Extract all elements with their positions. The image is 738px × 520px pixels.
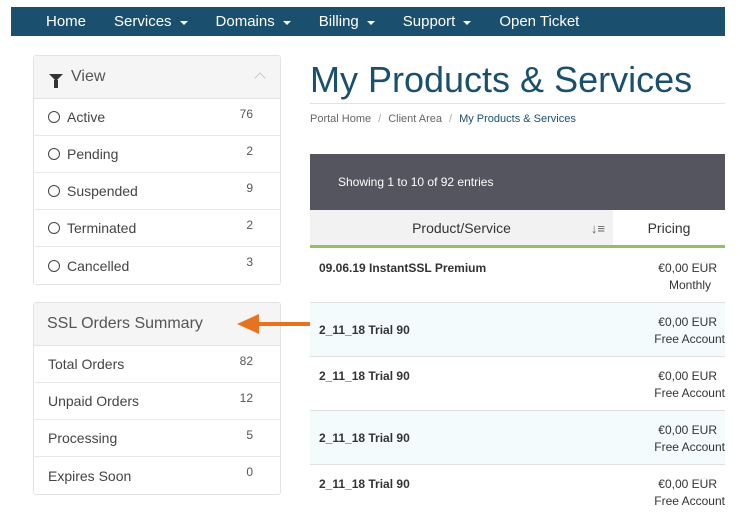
filter-terminated[interactable]: Terminated 2 — [34, 210, 280, 247]
table-row[interactable]: 2_11_18 Trial 90 €0,00 EUR Free Account — [310, 357, 725, 411]
ssl-row-count: 82 — [239, 354, 253, 368]
price-amount: €0,00 EUR — [658, 315, 717, 329]
billing-cycle: Free Account — [654, 440, 725, 454]
radio-icon[interactable] — [48, 185, 60, 197]
table-entries-info: Showing 1 to 10 of 92 entries — [338, 175, 494, 189]
nav-support[interactable]: Support — [389, 7, 486, 36]
nav-open-ticket[interactable]: Open Ticket — [485, 7, 593, 36]
table-row[interactable]: 2_11_18 Trial 90 €0,00 EUR Free Account — [310, 303, 725, 357]
view-panel-heading[interactable]: View — [34, 56, 280, 99]
nav-services[interactable]: Services — [100, 7, 202, 36]
radio-icon[interactable] — [48, 148, 60, 160]
price-amount: €0,00 EUR — [658, 369, 717, 383]
column-header-pricing-label: Pricing — [647, 219, 691, 236]
product-pricing: €0,00 EUR Free Account — [654, 476, 725, 510]
price-amount: €0,00 EUR — [658, 261, 717, 275]
nav-services-label: Services — [114, 13, 172, 30]
product-pricing: €0,00 EUR Free Account — [654, 368, 725, 402]
caret-down-icon — [366, 20, 375, 25]
filter-count: 3 — [246, 255, 253, 269]
table-row[interactable]: 09.06.19 InstantSSL Premium €0,00 EUR Mo… — [310, 249, 725, 303]
ssl-unpaid-orders[interactable]: Unpaid Orders 12 — [34, 383, 280, 420]
nav-home-label: Home — [46, 13, 87, 30]
ssl-panel-title: SSL Orders Summary — [47, 315, 203, 332]
breadcrumb-client-area[interactable]: Client Area — [388, 113, 442, 125]
page-title: My Products & Services — [310, 59, 693, 100]
filter-label: Terminated — [67, 220, 137, 236]
product-name: 2_11_18 Trial 90 — [319, 369, 410, 383]
table-row[interactable]: 2_11_18 Trial 90 €0,00 EUR Free Account — [310, 411, 725, 465]
product-name: 09.06.19 InstantSSL Premium — [319, 261, 487, 275]
price-amount: €0,00 EUR — [658, 477, 717, 491]
filter-count: 76 — [239, 107, 253, 121]
nav-open-ticket-label: Open Ticket — [499, 13, 580, 30]
filter-pending[interactable]: Pending 2 — [34, 136, 280, 173]
ssl-total-orders[interactable]: Total Orders 82 — [34, 346, 280, 383]
radio-icon[interactable] — [48, 259, 60, 272]
table-info-bar: Showing 1 to 10 of 92 entries — [310, 154, 725, 210]
nav-billing-label: Billing — [318, 13, 359, 30]
product-pricing: €0,00 EUR Free Account — [654, 422, 725, 456]
caret-down-icon — [463, 20, 472, 25]
ssl-row-label: Unpaid Orders — [48, 393, 140, 409]
column-header-product[interactable]: Product/Service ↓≡ — [310, 210, 613, 248]
top-navbar: Home Services Domains Billing Support Op… — [11, 7, 725, 36]
product-pricing: €0,00 EUR Free Account — [654, 314, 725, 348]
filter-label: Pending — [67, 146, 119, 162]
ssl-expires-soon[interactable]: Expires Soon 0 — [34, 457, 280, 494]
price-amount: €0,00 EUR — [658, 423, 717, 437]
nav-domains[interactable]: Domains — [202, 7, 305, 36]
ssl-processing[interactable]: Processing 5 — [34, 420, 280, 457]
caret-down-icon — [282, 20, 291, 25]
ssl-row-count: 5 — [246, 428, 253, 442]
view-filter-panel: View Active 76 Pending 2 Suspended 9 Ter… — [33, 55, 281, 285]
nav-support-label: Support — [402, 13, 456, 30]
product-name: 2_11_18 Trial 90 — [319, 477, 410, 491]
table-header: Product/Service ↓≡ Pricing — [310, 210, 725, 248]
title-divider — [310, 103, 725, 104]
radio-icon[interactable] — [48, 222, 60, 234]
filter-active[interactable]: Active 76 — [34, 99, 280, 136]
filter-label: Suspended — [67, 183, 138, 199]
billing-cycle: Monthly — [668, 278, 711, 292]
ssl-row-count: 12 — [239, 391, 253, 405]
breadcrumb-separator: / — [378, 113, 382, 125]
filter-suspended[interactable]: Suspended 9 — [34, 173, 280, 210]
filter-count: 2 — [246, 144, 253, 158]
filter-label: Cancelled — [67, 257, 130, 274]
view-panel-title: View — [71, 68, 106, 85]
breadcrumb: Portal Home / Client Area / My Products & Se… — [310, 113, 576, 125]
products-table-body: 09.06.19 InstantSSL Premium €0,00 EUR Mo… — [310, 249, 725, 519]
nav-home[interactable]: Home — [11, 7, 100, 36]
filter-icon — [49, 73, 63, 88]
billing-cycle: Free Account — [654, 494, 725, 508]
filter-label: Active — [67, 109, 106, 125]
sort-descending-icon[interactable]: ↓≡ — [591, 221, 605, 236]
ssl-row-label: Processing — [48, 430, 118, 446]
billing-cycle: Free Account — [654, 332, 725, 346]
radio-icon[interactable] — [48, 111, 60, 123]
column-header-product-label: Product/Service — [412, 219, 511, 236]
ssl-row-count: 0 — [246, 465, 253, 479]
table-row[interactable]: 2_11_18 Trial 90 €0,00 EUR Free Account — [310, 465, 725, 519]
product-name: 2_11_18 Trial 90 — [319, 323, 410, 337]
ssl-row-label: Expires Soon — [48, 467, 132, 484]
product-name: 2_11_18 Trial 90 — [319, 431, 410, 445]
breadcrumb-separator: / — [449, 113, 453, 125]
chevron-up-icon[interactable] — [254, 72, 266, 84]
column-header-pricing[interactable]: Pricing — [613, 210, 725, 248]
breadcrumb-current: My Products & Services — [459, 113, 576, 125]
breadcrumb-portal-home[interactable]: Portal Home — [310, 113, 371, 125]
filter-cancelled[interactable]: Cancelled 3 — [34, 247, 280, 284]
filter-count: 9 — [246, 181, 253, 195]
ssl-row-label: Total Orders — [48, 356, 125, 372]
nav-billing[interactable]: Billing — [305, 7, 389, 36]
filter-count: 2 — [246, 218, 253, 232]
product-pricing: €0,00 EUR Monthly — [658, 260, 725, 294]
billing-cycle: Free Account — [654, 386, 725, 400]
caret-down-icon — [179, 20, 188, 25]
nav-domains-label: Domains — [215, 13, 275, 30]
